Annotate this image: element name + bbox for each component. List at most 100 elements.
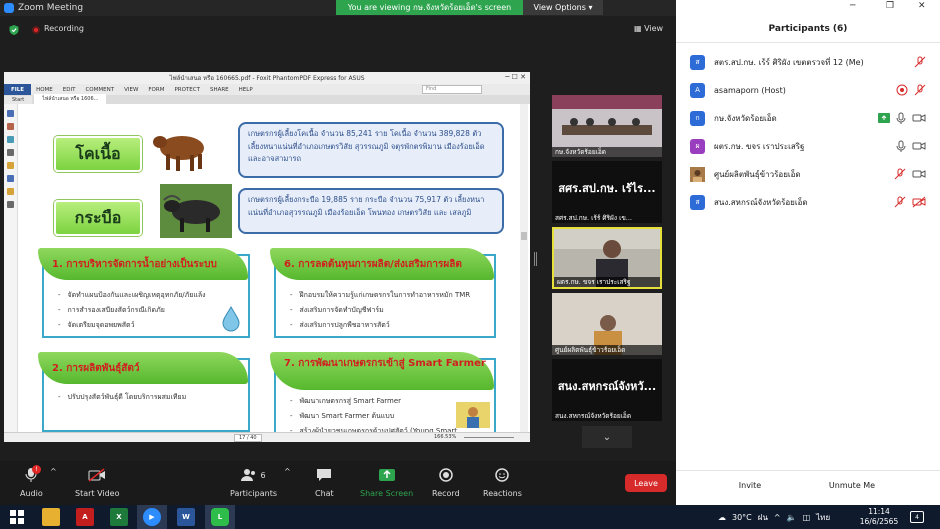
lock-icon[interactable] [7, 188, 14, 195]
close-icon[interactable]: ✕ [918, 1, 926, 11]
reactions-button[interactable]: Reactions [483, 467, 522, 498]
avatar: A [690, 82, 705, 98]
language-indicator[interactable]: ไทย [816, 511, 830, 524]
tools-icon[interactable] [7, 201, 14, 208]
meeting-toolbar: Audio ! ^ Start Video 6 Participants ^ C… [0, 461, 676, 505]
list-item: ฝึกอบรมให้ความรู้แก่เกษตรกรในการทำอาหารห… [290, 288, 471, 303]
avatar: ส [690, 54, 705, 70]
excel-icon[interactable]: X [110, 508, 128, 526]
weather-icon[interactable]: ☁ [718, 513, 726, 522]
start-video-button[interactable]: Start Video [75, 467, 120, 498]
participant-row[interactable]: A asamaporn (Host) [690, 81, 926, 99]
video-tile[interactable]: ศูนย์ผลิตพันธุ์ข้าวร้อยเอ็ด [552, 293, 662, 355]
participant-name: สตร.สป.กษ. เร้ร์ ศิริผัง เขตตรวจที่ 12 (… [714, 57, 864, 67]
card1-title: 1. การบริหารจัดการน้ำอย่างเป็นระบบ [38, 248, 248, 280]
bookmark-icon[interactable] [7, 110, 14, 117]
view-options-button[interactable]: View Options ▾ [523, 0, 603, 15]
participant-row[interactable]: ผ ผตร.กษ. ขจร เราประเสริฐ [690, 137, 926, 155]
volume-icon[interactable]: 🔈 [787, 513, 797, 522]
page-number-field[interactable]: 17 / 40 [234, 434, 262, 442]
pdf-tab-bar: Start ไฟล์นำเสนอ หรือ 1606... [4, 94, 530, 104]
active-speaker-tile[interactable]: ผตร.กษ. ขจร เราประเสริฐ [552, 227, 662, 289]
share-screen-button[interactable]: Share Screen [360, 467, 413, 498]
ribbon-home[interactable]: HOME [31, 87, 58, 93]
restore-icon[interactable]: ❐ [886, 1, 894, 11]
ribbon-comment[interactable]: COMMENT [80, 87, 119, 93]
zoom-app-icon[interactable]: ▶ [143, 508, 161, 526]
participants-panel: Participants (6) ส สตร.สป.กษ. เร้ร์ ศิริ… [676, 16, 940, 505]
video-tile[interactable]: กษ.จังหวัดร้อยเอ็ด [552, 95, 662, 157]
participant-row[interactable]: ส สตร.สป.กษ. เร้ร์ ศิริผัง เขตตรวจที่ 12… [690, 53, 926, 71]
participants-caret-icon[interactable]: ^ [284, 467, 291, 476]
invite-button[interactable]: Invite [730, 478, 770, 493]
zoom-slider[interactable] [464, 437, 514, 438]
system-clock[interactable]: 11:14 16/6/2565 [858, 507, 900, 527]
scroll-thumb[interactable] [521, 232, 527, 240]
ribbon-share[interactable]: SHARE [205, 87, 234, 93]
avatar: ผ [690, 138, 705, 154]
pdf-left-toolbar [4, 104, 18, 432]
audio-button[interactable]: Audio ! [20, 465, 43, 498]
recording-indicator-icon [896, 84, 908, 96]
split-handle[interactable] [534, 252, 537, 266]
weather-text[interactable]: ฝน [758, 511, 768, 524]
ribbon-edit[interactable]: EDIT [58, 87, 81, 93]
ribbon-file[interactable]: FILE [4, 84, 32, 95]
avatar: ส [690, 194, 705, 210]
word-icon[interactable]: W [177, 508, 195, 526]
card6-title: 6. การลดต้นทุนการผลิต/ส่งเสริมการผลิต [270, 248, 494, 280]
layers-icon[interactable] [7, 136, 14, 143]
pdf-app-icon[interactable]: A [76, 508, 94, 526]
zoom-logo-icon [4, 3, 14, 13]
participant-row[interactable]: ศูนย์ผลิตพันธุ์ข้าวร้อยเอ็ด [690, 165, 926, 183]
record-button[interactable]: Record [432, 467, 460, 498]
chat-button[interactable]: Chat [315, 467, 334, 498]
attachments-icon[interactable] [7, 162, 14, 169]
ribbon-view[interactable]: VIEW [119, 87, 143, 93]
leave-button[interactable]: Leave [625, 474, 667, 492]
minimize-icon[interactable]: ─ [850, 1, 855, 11]
divider [676, 42, 940, 43]
pdf-scrollbar[interactable] [520, 104, 528, 432]
participant-row[interactable]: ส สนง.สหกรณ์จังหวัดร้อยเอ็ด [690, 193, 926, 211]
link-icon[interactable] [7, 175, 14, 182]
unmute-me-button[interactable]: Unmute Me [822, 478, 882, 493]
view-button[interactable]: ▦ View [634, 24, 663, 33]
ribbon-protect[interactable]: PROTECT [169, 87, 205, 93]
more-tiles-chevron-icon[interactable]: ⌄ [582, 426, 632, 448]
panel-title: Participants (6) [768, 24, 848, 34]
tray-chevron-icon[interactable]: ^ [774, 513, 781, 522]
participant-name: ผตร.กษ. ขจร เราประเสริฐ [714, 141, 805, 151]
tab-start[interactable]: Start [4, 96, 33, 104]
video-tile[interactable]: สนง.สหกรณ์จังหวั... สนง.สหกรณ์จังหวัดร้อ… [552, 359, 662, 421]
pdf-find-input[interactable]: Find [422, 85, 482, 94]
network-icon[interactable]: ◫ [803, 513, 811, 522]
participant-row[interactable]: ก กษ.จังหวัดร้อยเอ็ด [690, 109, 926, 127]
temperature[interactable]: 30°C [732, 513, 752, 522]
card-smart-farmer: 7. การพัฒนาเกษตรกรเข้าสู่ Smart Farmer พ… [270, 352, 496, 438]
smiley-icon [493, 467, 511, 483]
line-app-icon[interactable]: L [211, 508, 229, 526]
comments-icon[interactable] [7, 149, 14, 156]
pages-icon[interactable] [7, 123, 14, 130]
tile-name-large: สศร.สป.กษ. เร้ไร... [558, 182, 656, 195]
mic-muted-icon [914, 84, 926, 96]
windows-start-icon[interactable] [8, 508, 26, 526]
ribbon-help[interactable]: HELP [234, 87, 258, 93]
camera-icon [912, 170, 926, 178]
pdf-window-controls[interactable]: ─ ☐ ✕ [505, 73, 526, 81]
record-icon [437, 467, 455, 483]
buffalo-image [160, 184, 232, 238]
file-explorer-icon[interactable] [42, 508, 60, 526]
shield-icon[interactable] [8, 24, 20, 36]
list-item: ส่งเสริมการจัดทำบัญชีฟาร์ม [290, 303, 470, 318]
participants-button[interactable]: 6 Participants [230, 467, 277, 498]
avatar: ก [690, 110, 705, 126]
audio-caret-icon[interactable]: ^ [50, 467, 57, 476]
tab-document[interactable]: ไฟล์นำเสนอ หรือ 1606... [34, 94, 107, 104]
ribbon-form[interactable]: FORM [143, 87, 169, 93]
zoom-level[interactable]: 166.53% [434, 434, 456, 440]
video-tile[interactable]: สศร.สป.กษ. เร้ไร... สศร.สป.กษ. เร้ร์ ศิร… [552, 161, 662, 223]
notification-center-icon[interactable]: 4 [910, 511, 924, 523]
list-item: ส่งเสริมการปลูกพืชอาหารสัตว์ [290, 318, 470, 333]
